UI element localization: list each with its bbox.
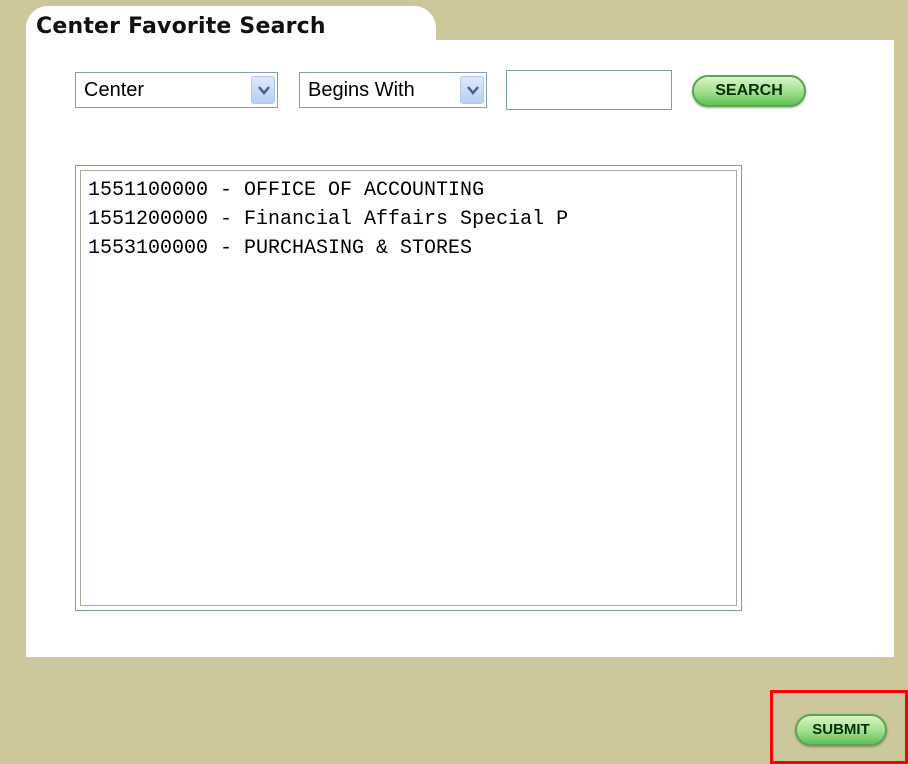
search-button[interactable]: SEARCH — [692, 75, 806, 107]
list-item[interactable]: 1553100000 - PURCHASING & STORES — [81, 234, 568, 263]
operator-select-value: Begins With — [308, 79, 415, 101]
results-listbox-inner: 1551100000 - OFFICE OF ACCOUNTING 155120… — [80, 170, 737, 606]
page-title: Center Favorite Search — [36, 14, 326, 39]
field-select[interactable]: Center — [75, 72, 278, 108]
list-item[interactable]: 1551200000 - Financial Affairs Special P — [81, 205, 568, 234]
submit-highlight-box — [770, 690, 908, 764]
operator-select[interactable]: Begins With — [299, 72, 487, 108]
chevron-down-icon[interactable] — [251, 76, 275, 104]
chevron-down-icon[interactable] — [460, 76, 484, 104]
list-item[interactable]: 1551100000 - OFFICE OF ACCOUNTING — [81, 176, 568, 205]
results-listbox[interactable]: 1551100000 - OFFICE OF ACCOUNTING 155120… — [75, 165, 742, 611]
results-list: 1551100000 - OFFICE OF ACCOUNTING 155120… — [81, 176, 568, 263]
field-select-value: Center — [84, 79, 145, 101]
search-input[interactable] — [506, 70, 672, 110]
